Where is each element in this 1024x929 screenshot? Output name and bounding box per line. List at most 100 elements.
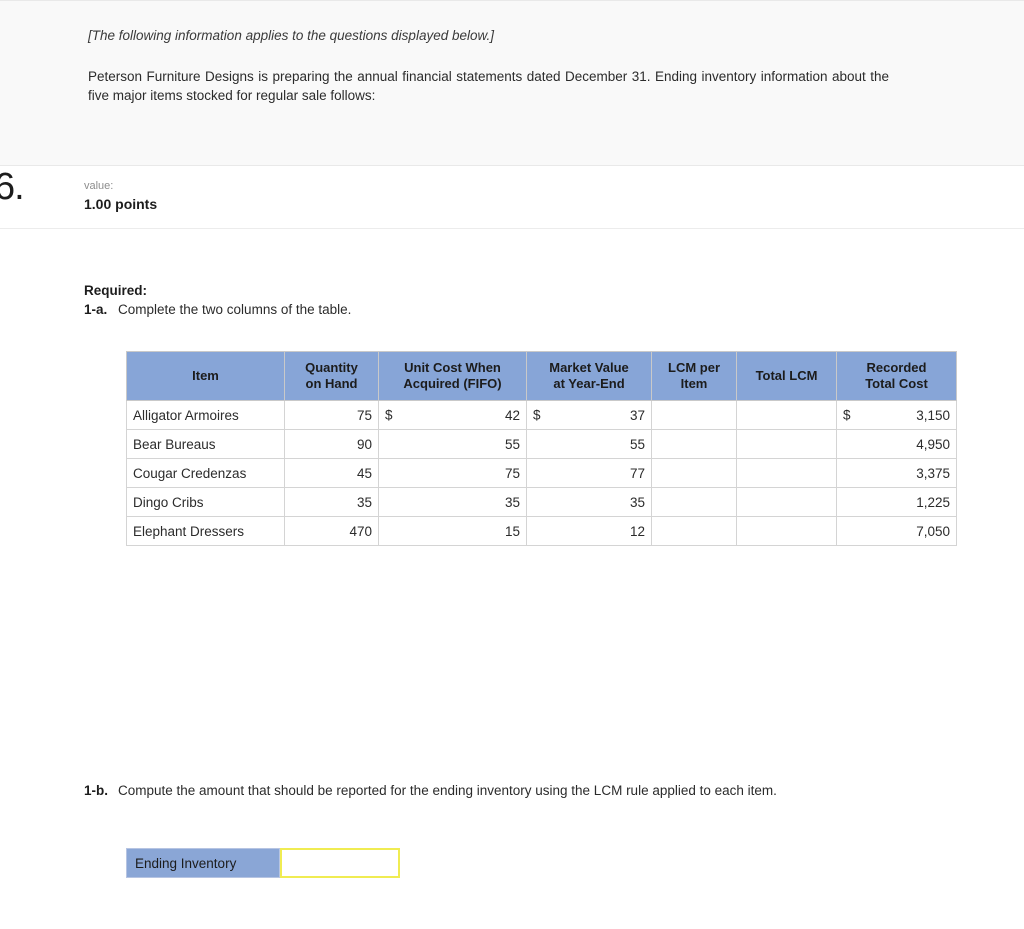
column-header-quantity-on-hand: Quantity on Hand <box>284 351 379 401</box>
column-header-unit-cost: Unit Cost When Acquired (FIFO) <box>378 351 527 401</box>
requirement-1b: 1-b. Compute the amount that should be r… <box>84 781 894 800</box>
cell-item: Elephant Dressers <box>126 516 285 546</box>
lcm-per-item-input[interactable] <box>658 432 730 456</box>
cell-market-value: 35 <box>526 487 652 517</box>
column-header-recorded-line1: Recorded <box>866 360 927 375</box>
cell-total-lcm-input[interactable] <box>736 487 837 517</box>
cell-total-lcm-input[interactable] <box>736 400 837 430</box>
cell-unit-cost-value: 55 <box>504 436 520 452</box>
cell-market-value-value: 37 <box>629 407 645 423</box>
column-header-recorded-line2: Total Cost <box>865 376 928 391</box>
cell-quantity: 75 <box>284 400 379 430</box>
column-header-total-lcm: Total LCM <box>736 351 837 401</box>
table-row: Bear Bureaus 90 55 55 4,950 <box>126 429 957 459</box>
ending-inventory-row: Ending Inventory <box>126 848 400 878</box>
total-lcm-input[interactable] <box>743 461 830 485</box>
requirement-1b-tag: 1-b. <box>84 783 109 798</box>
cell-total-lcm-input[interactable] <box>736 516 837 546</box>
cell-market-value-value: 55 <box>629 436 645 452</box>
cell-unit-cost: 55 <box>378 429 527 459</box>
column-header-market-value: Market Value at Year-End <box>526 351 652 401</box>
table-row: Dingo Cribs 35 35 35 1,225 <box>126 487 957 517</box>
cell-unit-cost-value: 35 <box>504 494 520 510</box>
cell-recorded-total-cost: $ 3,150 <box>836 400 957 430</box>
cell-quantity: 470 <box>284 516 379 546</box>
table-row: Cougar Credenzas 45 75 77 3,375 <box>126 458 957 488</box>
cell-market-value-value: 77 <box>629 465 645 481</box>
cell-total-lcm-input[interactable] <box>736 429 837 459</box>
requirement-1b-text: Compute the amount that should be report… <box>118 783 777 798</box>
total-lcm-input[interactable] <box>743 490 830 514</box>
cell-item: Alligator Armoires <box>126 400 285 430</box>
ending-inventory-label: Ending Inventory <box>126 848 280 878</box>
currency-symbol: $ <box>385 407 393 423</box>
column-header-market-line1: Market Value <box>549 360 629 375</box>
cell-item: Cougar Credenzas <box>126 458 285 488</box>
column-header-item-line1: Item <box>192 368 219 383</box>
column-header-recorded-total-cost: Recorded Total Cost <box>836 351 957 401</box>
inventory-lcm-table: Item Quantity on Hand Unit Cost When Acq… <box>126 351 957 546</box>
total-lcm-input[interactable] <box>743 519 830 543</box>
currency-symbol: $ <box>533 407 541 423</box>
cell-item: Bear Bureaus <box>126 429 285 459</box>
cell-total-lcm-input[interactable] <box>736 458 837 488</box>
table-row: Alligator Armoires 75 $ 42 $ 37 $ 3,150 <box>126 400 957 430</box>
currency-symbol: $ <box>843 407 851 423</box>
table-body: Alligator Armoires 75 $ 42 $ 37 $ 3,150 … <box>126 400 957 546</box>
lcm-table-container: Item Quantity on Hand Unit Cost When Acq… <box>126 351 957 546</box>
cell-recorded-total-cost: 7,050 <box>836 516 957 546</box>
column-header-market-line2: at Year-End <box>553 376 625 391</box>
cell-unit-cost: $ 42 <box>378 400 527 430</box>
value-label: value: <box>84 180 114 192</box>
cell-quantity: 90 <box>284 429 379 459</box>
applies-to-note: [The following information applies to th… <box>88 28 494 43</box>
lcm-per-item-input[interactable] <box>658 461 730 485</box>
table-header-row: Item Quantity on Hand Unit Cost When Acq… <box>126 351 957 401</box>
cell-market-value: 77 <box>526 458 652 488</box>
cell-unit-cost: 75 <box>378 458 527 488</box>
cell-recorded-total-cost: 1,225 <box>836 487 957 517</box>
cell-lcm-per-item-input[interactable] <box>651 458 737 488</box>
lcm-per-item-input[interactable] <box>658 519 730 543</box>
cell-lcm-per-item-input[interactable] <box>651 429 737 459</box>
cell-unit-cost-value: 15 <box>504 523 520 539</box>
requirement-1a: 1-a. Complete the two columns of the tab… <box>84 300 351 319</box>
column-header-lcmitem-line2: Item <box>680 376 708 391</box>
cell-recorded-value: 4,950 <box>916 436 950 452</box>
requirement-1a-tag: 1-a. <box>84 302 108 317</box>
column-header-lcm-per-item: LCM per Item <box>651 351 737 401</box>
question-number: 6. <box>0 166 25 208</box>
total-lcm-input[interactable] <box>743 432 830 456</box>
lcm-per-item-input[interactable] <box>658 403 730 427</box>
column-header-quantity-line1: Quantity <box>305 360 358 375</box>
ending-inventory-input[interactable] <box>280 848 400 878</box>
table-row: Elephant Dressers 470 15 12 7,050 <box>126 516 957 546</box>
total-lcm-input[interactable] <box>743 403 830 427</box>
cell-market-value: 55 <box>526 429 652 459</box>
required-block: Required: 1-a. Complete the two columns … <box>84 281 351 319</box>
points-value: 1.00 points <box>84 196 158 212</box>
question-header-strip: 6. value: 1.00 points <box>0 166 1024 229</box>
cell-unit-cost-value: 42 <box>504 407 520 423</box>
cell-recorded-total-cost: 3,375 <box>836 458 957 488</box>
question-info-banner: [The following information applies to th… <box>0 0 1024 166</box>
cell-recorded-value: 3,150 <box>916 407 950 423</box>
cell-recorded-total-cost: 4,950 <box>836 429 957 459</box>
cell-unit-cost: 15 <box>378 516 527 546</box>
cell-lcm-per-item-input[interactable] <box>651 400 737 430</box>
cell-lcm-per-item-input[interactable] <box>651 487 737 517</box>
column-header-item: Item <box>126 351 285 401</box>
cell-recorded-value: 1,225 <box>916 494 950 510</box>
lcm-per-item-input[interactable] <box>658 490 730 514</box>
column-header-lcmitem-line1: LCM per <box>668 360 720 375</box>
column-header-unitcost-line1: Unit Cost When <box>404 360 501 375</box>
scenario-paragraph: Peterson Furniture Designs is preparing … <box>88 69 889 103</box>
cell-market-value-value: 12 <box>629 523 645 539</box>
column-header-quantity-line2: on Hand <box>305 376 358 391</box>
cell-quantity: 35 <box>284 487 379 517</box>
cell-market-value: $ 37 <box>526 400 652 430</box>
cell-unit-cost: 35 <box>378 487 527 517</box>
cell-recorded-value: 7,050 <box>916 523 950 539</box>
required-title: Required: <box>84 283 148 298</box>
cell-lcm-per-item-input[interactable] <box>651 516 737 546</box>
